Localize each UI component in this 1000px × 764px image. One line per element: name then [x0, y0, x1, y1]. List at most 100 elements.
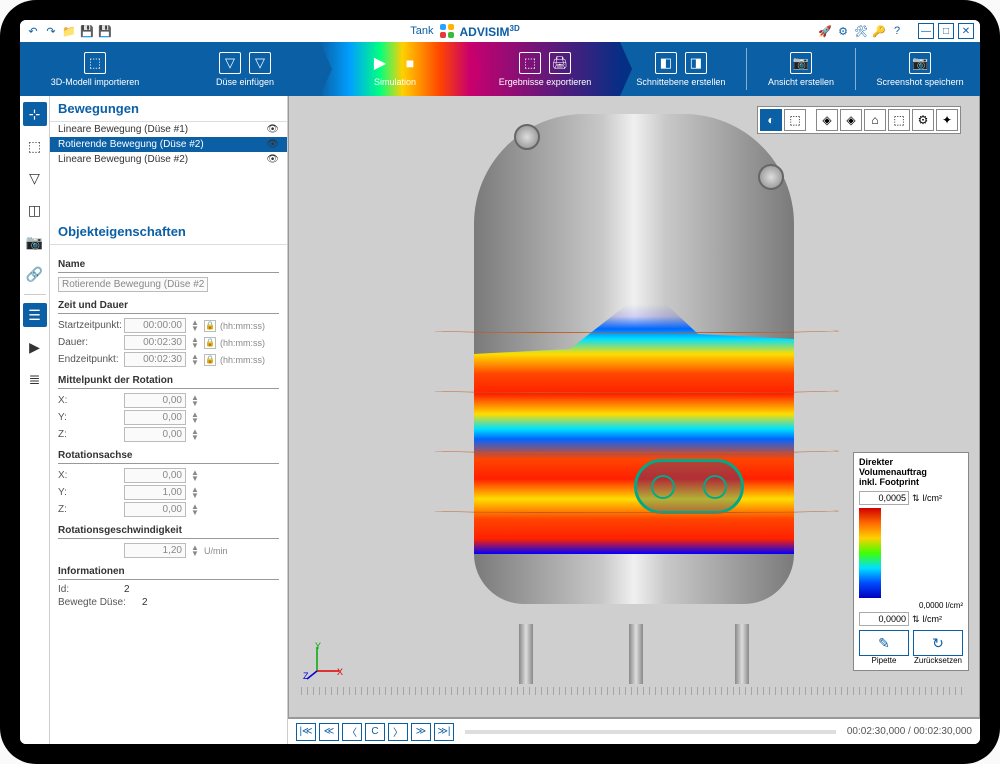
duration-input[interactable]: [124, 335, 186, 350]
view-gauge-icon[interactable]: ◐: [760, 109, 782, 131]
loop-button[interactable]: C: [365, 723, 385, 741]
ay-input[interactable]: [124, 485, 186, 500]
key-icon[interactable]: 🔑: [872, 24, 886, 38]
name-label: Name: [58, 259, 279, 273]
next-button[interactable]: 〉: [388, 723, 408, 741]
tank-leg: [735, 624, 749, 684]
rail-play-icon[interactable]: ▶: [23, 335, 47, 359]
maximize-button[interactable]: □: [938, 23, 954, 39]
last-button[interactable]: ≫|: [434, 723, 454, 741]
rail-list-icon[interactable]: ≣: [23, 367, 47, 391]
ribbon-import[interactable]: ⬚ 3D-Modell importieren: [20, 42, 170, 96]
rail-link-icon[interactable]: 🔗: [23, 262, 47, 286]
time-track[interactable]: [465, 730, 836, 734]
forward-button[interactable]: ≫: [411, 723, 431, 741]
cx-input[interactable]: [124, 393, 186, 408]
cutplane1-icon: ◧: [655, 52, 677, 74]
cy-input[interactable]: [124, 410, 186, 425]
ribbon-simulation[interactable]: ▶ ■ Simulation: [320, 42, 470, 96]
stop-icon[interactable]: ■: [399, 52, 421, 74]
start-input[interactable]: [124, 318, 186, 333]
view-toolbar: ◐ ⬚ ◈ ◈ ⌂ ⬚ ⚙ ✦: [757, 106, 961, 134]
legend-min-input[interactable]: [859, 612, 909, 626]
help-icon[interactable]: ?: [890, 24, 904, 38]
app-brand: ADVISIM3D: [460, 24, 520, 39]
view-iso1-icon[interactable]: ◈: [816, 109, 838, 131]
name-input[interactable]: [58, 277, 208, 292]
tools-icon[interactable]: 🛠: [854, 24, 868, 38]
ribbon-nozzle[interactable]: ▽ ▽ Düse einfügen: [170, 42, 320, 96]
legend-max-input[interactable]: [859, 491, 909, 505]
close-button[interactable]: ✕: [958, 23, 974, 39]
canvas-3d[interactable]: ◐ ⬚ ◈ ◈ ⌂ ⬚ ⚙ ✦ Direkter Volumenauftragi…: [288, 96, 980, 718]
view-gear-icon[interactable]: ⚙: [912, 109, 934, 131]
lock-icon[interactable]: 🔒: [204, 354, 216, 366]
view-cube-icon[interactable]: ⬚: [784, 109, 806, 131]
cz-input[interactable]: [124, 427, 186, 442]
spray-path: [429, 389, 839, 393]
lock-icon[interactable]: 🔒: [204, 320, 216, 332]
first-button[interactable]: |≪: [296, 723, 316, 741]
ribbon-screenshot[interactable]: 📷 Screenshot speichern: [877, 52, 964, 87]
rail-camera-icon[interactable]: 📷: [23, 230, 47, 254]
ribbon-view[interactable]: 📷 Ansicht erstellen: [768, 52, 834, 87]
side-panel: Bewegungen Lineare Bewegung (Düse #1)👁 R…: [50, 96, 288, 744]
eye-icon[interactable]: 👁: [266, 124, 279, 135]
spray-path: [429, 329, 839, 333]
props-heading: Objekteigenschaften: [50, 219, 287, 245]
play-icon[interactable]: ▶: [369, 52, 391, 74]
ribbon-tools: ◧◨ Schnittebene erstellen 📷 Ansicht erst…: [620, 42, 980, 96]
ribbon-export[interactable]: ⬚ 🖨 Ergebnisse exportieren: [470, 42, 620, 96]
list-item[interactable]: Rotierende Bewegung (Düse #2)👁: [50, 137, 287, 152]
rail-cube-icon[interactable]: ⬚: [23, 134, 47, 158]
view-home-icon[interactable]: ⌂: [864, 109, 886, 131]
view-star-icon[interactable]: ✦: [936, 109, 958, 131]
lock-icon[interactable]: 🔒: [204, 337, 216, 349]
nozzle1-icon: ▽: [219, 52, 241, 74]
nozzle-fitting: [758, 164, 784, 190]
color-gradient: [859, 508, 881, 598]
playbar: |≪ ≪ 〈 C 〉 ≫ ≫| 00:02:30,000 / 00:02:30,…: [288, 718, 980, 744]
axis-heading: Rotationsachse: [58, 450, 279, 464]
movements-list: Lineare Bewegung (Düse #1)👁 Rotierende B…: [50, 122, 287, 167]
doc-title: Tank: [410, 25, 433, 37]
undo-icon[interactable]: ↶: [26, 24, 40, 38]
settings-icon[interactable]: ⚙: [836, 24, 850, 38]
minimize-button[interactable]: —: [918, 23, 934, 39]
info-heading: Informationen: [58, 566, 279, 580]
reset-button[interactable]: ↻: [913, 630, 963, 656]
camera-shot-icon: 📷: [909, 52, 931, 74]
end-input[interactable]: [124, 352, 186, 367]
eye-icon[interactable]: 👁: [266, 139, 279, 150]
rail-nozzle-icon[interactable]: ▽: [23, 166, 47, 190]
eye-icon[interactable]: 👁: [266, 154, 279, 165]
center-heading: Mittelpunkt der Rotation: [58, 375, 279, 389]
az-input[interactable]: [124, 502, 186, 517]
list-item[interactable]: Lineare Bewegung (Düse #1)👁: [50, 122, 287, 137]
speed-input[interactable]: [124, 543, 186, 558]
tank-leg: [629, 624, 643, 684]
prev-button[interactable]: 〈: [342, 723, 362, 741]
axis-gizmo: Y X Z: [303, 641, 343, 681]
open-icon[interactable]: 📁: [62, 24, 76, 38]
nozzle-fitting: [514, 124, 540, 150]
save-icon[interactable]: 💾: [80, 24, 94, 38]
rail-tree-icon[interactable]: ⊹: [23, 102, 47, 126]
rocket-icon[interactable]: 🚀: [818, 24, 832, 38]
cube-import-icon: ⬚: [84, 52, 106, 74]
view-iso2-icon[interactable]: ◈: [840, 109, 862, 131]
rewind-button[interactable]: ≪: [319, 723, 339, 741]
ribbon: ⬚ 3D-Modell importieren ▽ ▽ Düse einfüge…: [20, 42, 980, 96]
heatmap-overlay: [474, 304, 794, 554]
viewport: ◐ ⬚ ◈ ◈ ⌂ ⬚ ⚙ ✦ Direkter Volumenauftragi…: [288, 96, 980, 744]
ribbon-cutplane[interactable]: ◧◨ Schnittebene erstellen: [636, 52, 725, 87]
view-fit-icon[interactable]: ⬚: [888, 109, 910, 131]
rail-box-icon[interactable]: ◫: [23, 198, 47, 222]
save-as-icon[interactable]: 💾: [98, 24, 112, 38]
list-item[interactable]: Lineare Bewegung (Düse #2)👁: [50, 152, 287, 167]
redo-icon[interactable]: ↷: [44, 24, 58, 38]
ax-input[interactable]: [124, 468, 186, 483]
pipette-button[interactable]: ✎: [859, 630, 909, 656]
rail-props-icon[interactable]: ☰: [23, 303, 47, 327]
nozzle2-icon: ▽: [249, 52, 271, 74]
